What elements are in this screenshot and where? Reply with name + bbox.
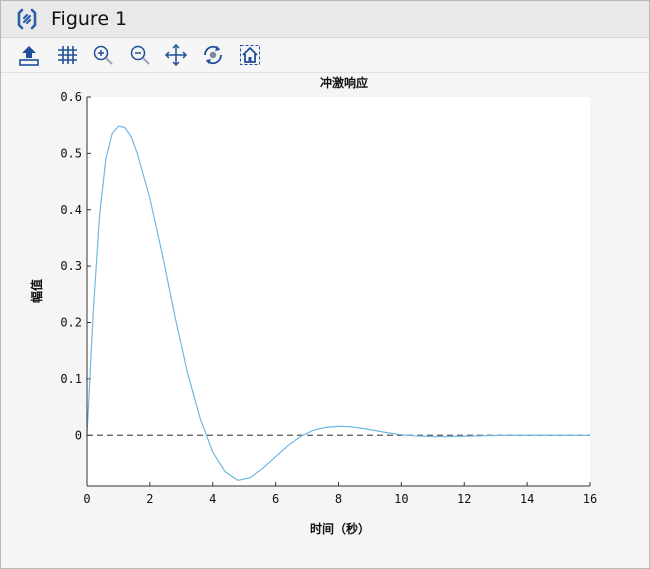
y-tick-label: 0.6: [60, 90, 82, 104]
zoom-in-icon: [93, 45, 113, 65]
home-button[interactable]: [237, 42, 263, 68]
zoom-out-icon: [130, 45, 150, 65]
x-axis-label: 时间（秒）: [310, 521, 370, 536]
x-tick-label: 2: [146, 492, 153, 506]
window-title: Figure 1: [51, 8, 128, 30]
figure-toolbar: [1, 38, 649, 73]
x-tick-label: 4: [209, 492, 216, 506]
save-button[interactable]: [16, 42, 42, 68]
x-tick-label: 6: [272, 492, 279, 506]
grid-button[interactable]: [54, 42, 80, 68]
home-icon: [240, 45, 260, 65]
zoom-in-button[interactable]: [90, 42, 116, 68]
figure-window: Figure 1 冲激响应 时间（秒） 幅值 0 2 4 6 8 10 12 1…: [0, 0, 650, 569]
x-tick-label: 8: [335, 492, 342, 506]
plot-area: 冲激响应 时间（秒） 幅值 0 2 4 6 8 10 12 14 16 0 0.1 0.2 0.3 0.4…: [1, 73, 649, 568]
zoom-out-button[interactable]: [127, 42, 153, 68]
y-tick-label: 0.2: [60, 316, 82, 330]
chart-title: 冲激响应: [320, 75, 368, 90]
rotate-button[interactable]: [200, 42, 226, 68]
x-tick-label: 10: [394, 492, 408, 506]
x-tick-label: 14: [520, 492, 534, 506]
pan-button[interactable]: [163, 42, 189, 68]
pan-icon: [164, 43, 188, 67]
x-tick-label: 12: [457, 492, 471, 506]
grid-icon: [58, 46, 77, 64]
axes-background: [87, 97, 590, 486]
x-tick-label: 16: [583, 492, 597, 506]
save-icon: [19, 46, 39, 66]
app-logo-icon: [15, 7, 39, 31]
y-tick-label: 0.3: [60, 259, 82, 273]
y-tick-label: 0.5: [60, 146, 82, 160]
x-tick-label: 0: [83, 492, 90, 506]
y-axis-label: 幅值: [29, 279, 44, 303]
impulse-response-chart: 冲激响应 时间（秒） 幅值 0 2 4 6 8 10 12 14 16 0 0.1 0.2 0.3 0.4…: [29, 75, 597, 536]
y-tick-label: 0.4: [60, 203, 82, 217]
y-tick-label: 0.1: [60, 372, 82, 386]
y-tick-label: 0: [75, 428, 82, 442]
title-bar: Figure 1: [1, 1, 649, 38]
rotate-icon: [204, 45, 222, 65]
